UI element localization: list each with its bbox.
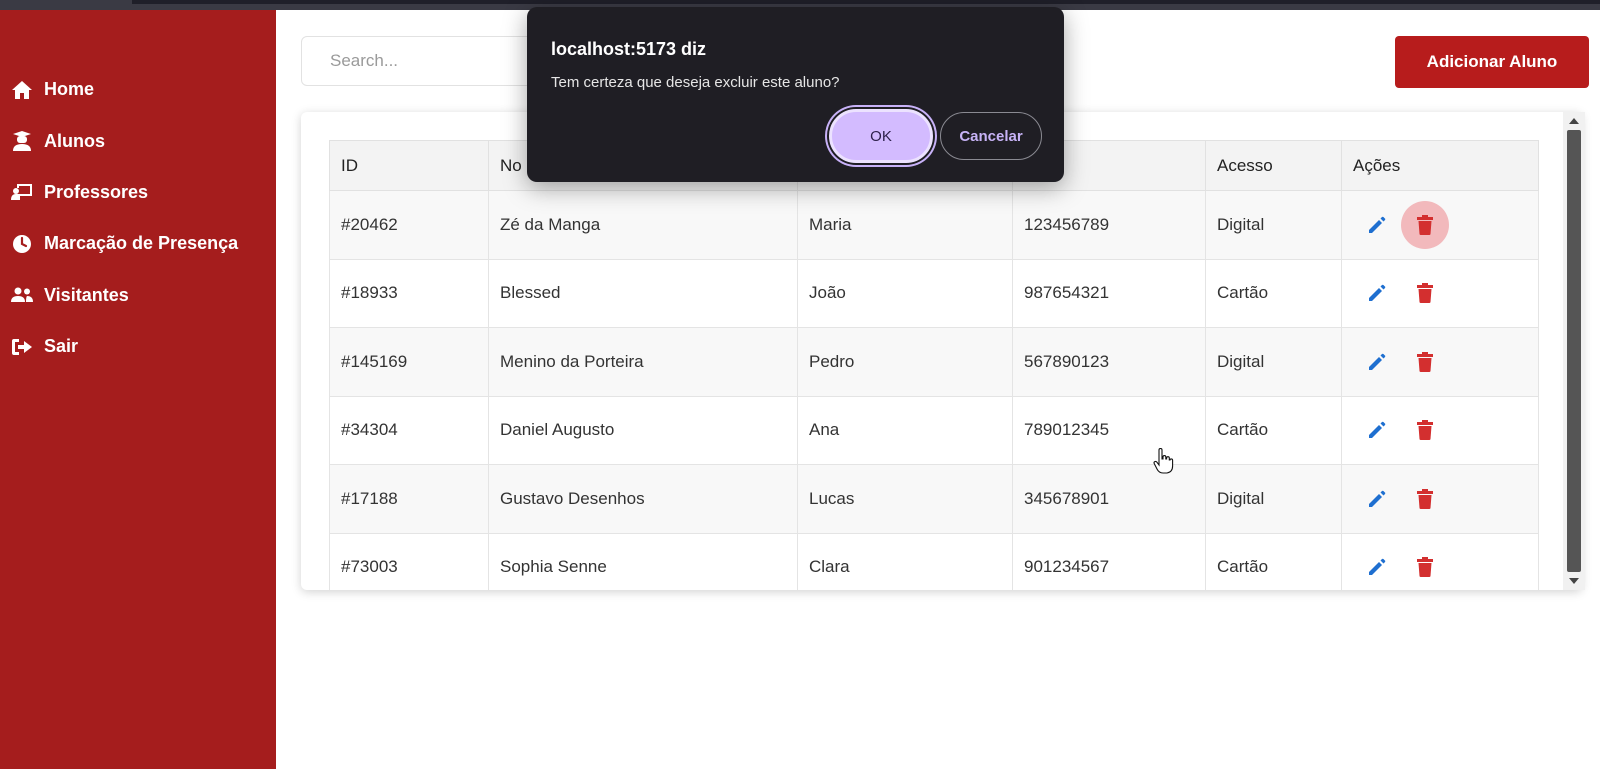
cell-acoes (1341, 327, 1539, 397)
table-row: #20462 Zé da Manga Maria 123456789 Digit… (329, 190, 1539, 260)
cell-contato: 789012345 (1012, 395, 1206, 465)
sidebar-item-label: Home (44, 79, 95, 100)
cell-acesso: Cartão (1205, 532, 1342, 590)
confirm-dialog: localhost:5173 diz Tem certeza que desej… (527, 7, 1064, 182)
cell-id: #34304 (329, 395, 489, 465)
sidebar-item-label: Alunos (44, 130, 105, 151)
cell-acoes (1341, 395, 1539, 465)
teacher-icon (10, 181, 34, 203)
cell-id: #20462 (329, 190, 489, 260)
edit-icon[interactable] (1353, 406, 1401, 454)
trash-icon[interactable] (1401, 406, 1449, 454)
ok-button[interactable]: OK (829, 109, 933, 163)
cancel-button[interactable]: Cancelar (940, 112, 1042, 160)
cell-acesso: Digital (1205, 464, 1342, 534)
cell-acoes (1341, 532, 1539, 590)
student-icon (10, 130, 34, 152)
cell-id: #18933 (329, 258, 489, 328)
scroll-down-arrow-icon[interactable] (1569, 578, 1579, 584)
cell-acoes (1341, 464, 1539, 534)
dialog-title: localhost:5173 diz (551, 39, 707, 59)
edit-icon[interactable] (1353, 201, 1401, 249)
clock-icon (10, 233, 34, 255)
edit-icon[interactable] (1353, 543, 1401, 590)
edit-icon[interactable] (1353, 269, 1401, 317)
sign-out-icon (10, 336, 34, 358)
cell-contato: 123456789 (1012, 190, 1206, 260)
cell-acesso: Digital (1205, 190, 1342, 260)
search-input[interactable] (301, 36, 541, 86)
hand-pointer-cursor-icon (1153, 447, 1175, 479)
scroll-up-arrow-icon[interactable] (1569, 118, 1579, 124)
table-row: #34304 Daniel Augusto Ana 789012345 Cart… (329, 395, 1539, 465)
sidebar-item-label: Professores (44, 181, 149, 202)
scrollbar-thumb[interactable] (1567, 130, 1581, 572)
cell-acoes (1341, 258, 1539, 328)
column-header-acoes: Ações (1341, 140, 1539, 191)
home-icon (10, 79, 34, 101)
cell-nome: Gustavo Desenhos (488, 464, 798, 534)
cell-acesso: Digital (1205, 327, 1342, 397)
sidebar-item-marcacao-presenca[interactable]: Marcação de Presença (0, 218, 276, 269)
table-row: #18933 Blessed João 987654321 Cartão (329, 258, 1539, 328)
cell-contato: 345678901 (1012, 464, 1206, 534)
cell-nome: Zé da Manga (488, 190, 798, 260)
cell-responsavel: Pedro (797, 327, 1013, 397)
cell-responsavel: Maria (797, 190, 1013, 260)
cell-id: #145169 (329, 327, 489, 397)
sidebar: Home Alunos Professores Marcação de Pres… (0, 10, 276, 769)
table-row: #145169 Menino da Porteira Pedro 5678901… (329, 327, 1539, 397)
column-header-acesso: Acesso (1205, 140, 1342, 191)
sidebar-item-sair[interactable]: Sair (0, 321, 276, 372)
cell-nome: Blessed (488, 258, 798, 328)
trash-icon[interactable] (1401, 475, 1449, 523)
trash-icon[interactable] (1401, 338, 1449, 386)
cell-responsavel: João (797, 258, 1013, 328)
students-table: ID No ato Acesso Ações #20462 Zé da Mang… (329, 140, 1539, 590)
sidebar-item-label: Sair (44, 336, 79, 357)
table-row: #17188 Gustavo Desenhos Lucas 345678901 … (329, 464, 1539, 534)
cell-responsavel: Lucas (797, 464, 1013, 534)
cell-nome: Menino da Porteira (488, 327, 798, 397)
cell-nome: Daniel Augusto (488, 395, 798, 465)
sidebar-item-alunos[interactable]: Alunos (0, 115, 276, 166)
trash-icon[interactable] (1401, 269, 1449, 317)
column-header-id: ID (329, 140, 489, 191)
sidebar-item-home[interactable]: Home (0, 64, 276, 115)
students-table-card: ID No ato Acesso Ações #20462 Zé da Mang… (301, 112, 1582, 590)
table-row: #73003 Sophia Senne Clara 901234567 Cart… (329, 532, 1539, 590)
table-scrollbar[interactable] (1563, 112, 1585, 590)
cell-nome: Sophia Senne (488, 532, 798, 590)
trash-icon[interactable] (1401, 200, 1449, 249)
cell-id: #73003 (329, 532, 489, 590)
cell-contato: 901234567 (1012, 532, 1206, 590)
cell-acesso: Cartão (1205, 258, 1342, 328)
trash-icon[interactable] (1401, 543, 1449, 590)
sidebar-item-label: Marcação de Presença (44, 233, 239, 254)
edit-icon[interactable] (1353, 475, 1401, 523)
cell-acoes (1341, 190, 1539, 260)
sidebar-item-label: Visitantes (44, 284, 129, 305)
cell-contato: 987654321 (1012, 258, 1206, 328)
cell-contato: 567890123 (1012, 327, 1206, 397)
cell-id: #17188 (329, 464, 489, 534)
cell-responsavel: Clara (797, 532, 1013, 590)
cell-acesso: Cartão (1205, 395, 1342, 465)
add-student-button[interactable]: Adicionar Aluno (1395, 36, 1589, 88)
cell-responsavel: Ana (797, 395, 1013, 465)
browser-tab-strip (132, 0, 1600, 4)
users-icon (10, 284, 34, 306)
edit-icon[interactable] (1353, 338, 1401, 386)
sidebar-item-professores[interactable]: Professores (0, 167, 276, 218)
dialog-message: Tem certeza que deseja excluir este alun… (551, 74, 840, 91)
sidebar-item-visitantes[interactable]: Visitantes (0, 270, 276, 321)
